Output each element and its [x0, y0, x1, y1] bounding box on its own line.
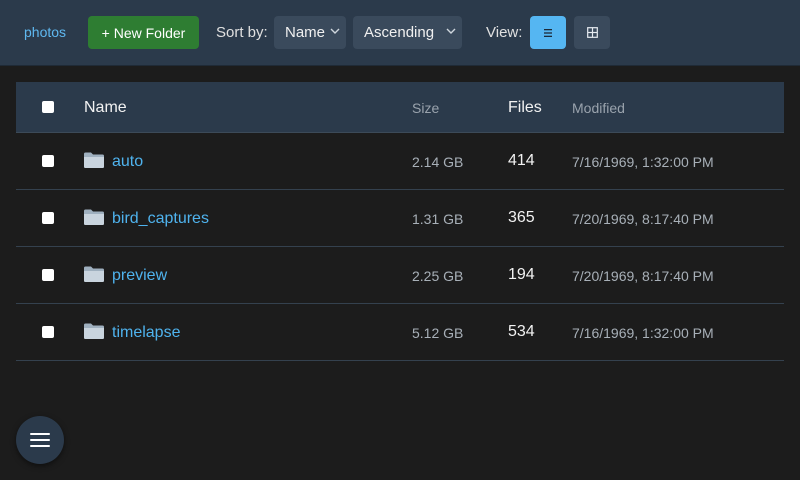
folder-file-count: 534 [508, 323, 535, 340]
table-row[interactable]: auto 2.14 GB 414 7/16/1969, 1:32:00 PM [16, 133, 784, 190]
file-table: Name Size Files Modified auto 2.14 GB 41… [16, 82, 784, 361]
folder-size: 2.14 GB [412, 154, 464, 170]
view-label: View: [486, 24, 523, 41]
column-header-modified[interactable]: Modified [572, 100, 625, 116]
folder-icon [84, 266, 104, 282]
folder-size: 5.12 GB [412, 325, 464, 341]
row-checkbox[interactable] [42, 269, 54, 281]
sort-field-select[interactable]: Name [274, 16, 346, 49]
grid-view-icon [586, 27, 598, 38]
row-checkbox[interactable] [42, 212, 54, 224]
table-row[interactable]: preview 2.25 GB 194 7/20/1969, 8:17:40 P… [16, 247, 784, 304]
sort-field-value: Name [285, 24, 326, 41]
folder-file-count: 414 [508, 152, 535, 169]
row-checkbox[interactable] [42, 326, 54, 338]
new-folder-button[interactable]: + New Folder [88, 16, 199, 49]
list-view-icon [544, 28, 552, 37]
folder-size: 2.25 GB [412, 268, 464, 284]
chevron-down-icon [330, 28, 340, 34]
sort-order-value: Ascending [364, 24, 435, 41]
folder-modified: 7/20/1969, 8:17:40 PM [572, 211, 714, 227]
column-header-name[interactable]: Name [84, 99, 127, 117]
folder-icon [84, 209, 104, 225]
sort-order-select[interactable]: Ascending [353, 16, 462, 49]
menu-button[interactable] [16, 416, 64, 464]
folder-name-link[interactable]: preview [112, 267, 167, 285]
grid-view-button[interactable] [574, 16, 610, 49]
chevron-down-icon [446, 28, 456, 34]
toolbar: photos + New Folder Sort by: Name Ascend… [0, 0, 800, 66]
folder-file-count: 194 [508, 266, 535, 283]
folder-size: 1.31 GB [412, 211, 464, 227]
column-header-size[interactable]: Size [412, 100, 439, 116]
folder-name-link[interactable]: bird_captures [112, 210, 209, 228]
folder-modified: 7/20/1969, 8:17:40 PM [572, 268, 714, 284]
table-header: Name Size Files Modified [16, 82, 784, 133]
folder-modified: 7/16/1969, 1:32:00 PM [572, 325, 714, 341]
row-checkbox[interactable] [42, 155, 54, 167]
folder-file-count: 365 [508, 209, 535, 226]
table-row[interactable]: timelapse 5.12 GB 534 7/16/1969, 1:32:00… [16, 304, 784, 361]
folder-modified: 7/16/1969, 1:32:00 PM [572, 154, 714, 170]
breadcrumb-photos[interactable]: photos [24, 24, 66, 40]
folder-icon [84, 323, 104, 339]
folder-name-link[interactable]: timelapse [112, 324, 180, 342]
column-header-files[interactable]: Files [508, 99, 542, 117]
list-view-button[interactable] [530, 16, 566, 49]
table-row[interactable]: bird_captures 1.31 GB 365 7/20/1969, 8:1… [16, 190, 784, 247]
folder-icon [84, 152, 104, 168]
folder-name-link[interactable]: auto [112, 153, 143, 171]
hamburger-menu-icon [30, 433, 50, 447]
select-all-checkbox[interactable] [42, 101, 54, 113]
sort-by-label: Sort by: [216, 24, 268, 41]
